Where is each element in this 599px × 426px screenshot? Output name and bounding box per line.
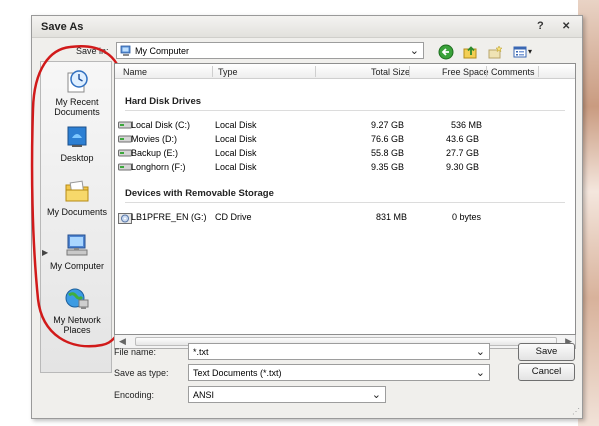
column-divider[interactable]: [315, 66, 316, 77]
drive-type: Local Disk: [215, 148, 257, 158]
chevron-down-icon: ⌄: [475, 367, 485, 379]
file-name-value: *.txt: [193, 347, 209, 357]
column-header: Name Type Total Size Free Space Comments: [115, 64, 575, 79]
place-network-places[interactable]: My Network Places: [41, 286, 113, 335]
up-folder-icon[interactable]: [462, 44, 478, 60]
drive-name: Longhorn (F:): [131, 162, 186, 172]
drive-name: Local Disk (C:): [131, 120, 191, 130]
column-divider[interactable]: [538, 66, 539, 77]
place-my-computer[interactable]: My Computer: [41, 232, 113, 271]
save-in-label: Save in:: [76, 46, 109, 56]
my-documents-icon: [65, 180, 89, 202]
drive-free-space: 27.7 GB: [446, 148, 480, 158]
file-list[interactable]: Name Type Total Size Free Space Comments…: [114, 63, 576, 335]
network-places-icon: [65, 288, 89, 309]
place-desktop[interactable]: Desktop: [41, 124, 113, 163]
save-in-value: My Computer: [135, 46, 190, 56]
hard-disk-icon: [118, 163, 132, 171]
drive-total-size: 9.27 GB: [371, 120, 405, 130]
group-divider: [125, 110, 565, 111]
drive-row[interactable]: Movies (D:) Local Disk 76.6 GB 43.6 GB: [115, 133, 575, 146]
scroll-left-icon[interactable]: ◀: [119, 336, 126, 347]
resize-grip-icon[interactable]: ⋰: [572, 407, 580, 416]
cd-drive-icon: [118, 213, 132, 224]
column-comments[interactable]: Comments: [491, 67, 535, 77]
place-label: My Recent Documents: [54, 97, 100, 117]
save-button[interactable]: Save: [518, 343, 575, 361]
group-removable-storage: Devices with Removable Storage: [125, 188, 274, 199]
new-folder-icon[interactable]: [487, 44, 503, 60]
drive-total-size: 9.35 GB: [371, 162, 405, 172]
drive-total-size: 76.6 GB: [371, 134, 405, 144]
drive-type: Local Disk: [215, 120, 257, 130]
drive-free-space: 43.6 GB: [446, 134, 480, 144]
place-label: My Documents: [46, 207, 108, 217]
views-dropdown-arrow[interactable]: ▾: [528, 47, 532, 56]
hard-disk-icon: [118, 121, 132, 129]
column-name[interactable]: Name: [123, 67, 147, 77]
save-in-combo[interactable]: My Computer ⌄: [116, 42, 424, 59]
drive-type: Local Disk: [215, 162, 257, 172]
drive-free-space: 536 MB: [451, 120, 483, 130]
column-divider[interactable]: [212, 66, 213, 77]
chevron-down-icon: ⌄: [475, 346, 485, 358]
hard-disk-icon: [118, 135, 132, 143]
hard-disk-icon: [118, 149, 132, 157]
drive-total-size: 831 MB: [376, 212, 408, 222]
group-hard-disk-drives: Hard Disk Drives: [125, 96, 202, 107]
places-bar: My Recent Documents Desktop My Documents…: [40, 61, 112, 373]
drive-free-space: 0 bytes: [452, 212, 482, 222]
drive-name: Movies (D:): [131, 134, 178, 144]
encoding-select[interactable]: ANSI ⌄: [188, 386, 386, 403]
place-label: My Network Places: [53, 315, 101, 335]
drive-row[interactable]: Backup (E:) Local Disk 55.8 GB 27.7 GB: [115, 147, 575, 160]
save-as-type-select[interactable]: Text Documents (*.txt) ⌄: [188, 364, 490, 381]
column-free-space[interactable]: Free Space: [442, 67, 489, 77]
drive-row[interactable]: Local Disk (C:) Local Disk 9.27 GB 536 M…: [115, 119, 575, 132]
file-name-label: File name:: [114, 347, 157, 357]
drive-free-space: 9.30 GB: [446, 162, 480, 172]
close-button[interactable]: ✕: [562, 21, 570, 32]
place-label: Desktop: [60, 153, 94, 163]
help-button[interactable]: ?: [537, 20, 544, 32]
title-bar: Save As ? ✕: [32, 16, 582, 38]
chevron-down-icon: ⌄: [409, 45, 419, 57]
column-divider[interactable]: [409, 66, 410, 77]
drive-type: CD Drive: [215, 212, 252, 222]
recent-documents-icon: [67, 70, 88, 93]
drive-type: Local Disk: [215, 134, 257, 144]
column-total-size[interactable]: Total Size: [371, 67, 410, 77]
drive-name: LB1PFRE_EN (G:): [131, 212, 207, 222]
place-my-documents[interactable]: My Documents: [41, 178, 113, 217]
file-name-field[interactable]: *.txt ⌄: [188, 343, 490, 360]
drive-row[interactable]: LB1PFRE_EN (G:) CD Drive 831 MB 0 bytes: [115, 211, 575, 224]
save-as-type-value: Text Documents (*.txt): [193, 368, 282, 378]
my-computer-icon: [66, 234, 88, 256]
group-divider: [125, 202, 565, 203]
place-recent-documents[interactable]: My Recent Documents: [41, 68, 113, 117]
desktop-icon: [67, 126, 87, 147]
save-as-type-label: Save as type:: [114, 368, 169, 378]
column-type[interactable]: Type: [218, 67, 238, 77]
place-label: My Computer: [49, 261, 104, 271]
back-icon[interactable]: [438, 44, 454, 60]
column-divider[interactable]: [486, 66, 487, 77]
views-menu-icon[interactable]: [513, 44, 527, 60]
drive-name: Backup (E:): [131, 148, 179, 158]
computer-small-icon: [120, 45, 131, 56]
drive-row[interactable]: Longhorn (F:) Local Disk 9.35 GB 9.30 GB: [115, 161, 575, 174]
chevron-down-icon: ⌄: [371, 389, 381, 401]
drive-total-size: 55.8 GB: [371, 148, 405, 158]
encoding-value: ANSI: [193, 390, 215, 400]
save-as-dialog: Save As ? ✕ Save in: My Computer ⌄ ▾ My …: [30, 15, 583, 419]
dialog-title: Save As: [41, 21, 84, 33]
cancel-button[interactable]: Cancel: [518, 363, 575, 381]
encoding-label: Encoding:: [114, 390, 155, 400]
